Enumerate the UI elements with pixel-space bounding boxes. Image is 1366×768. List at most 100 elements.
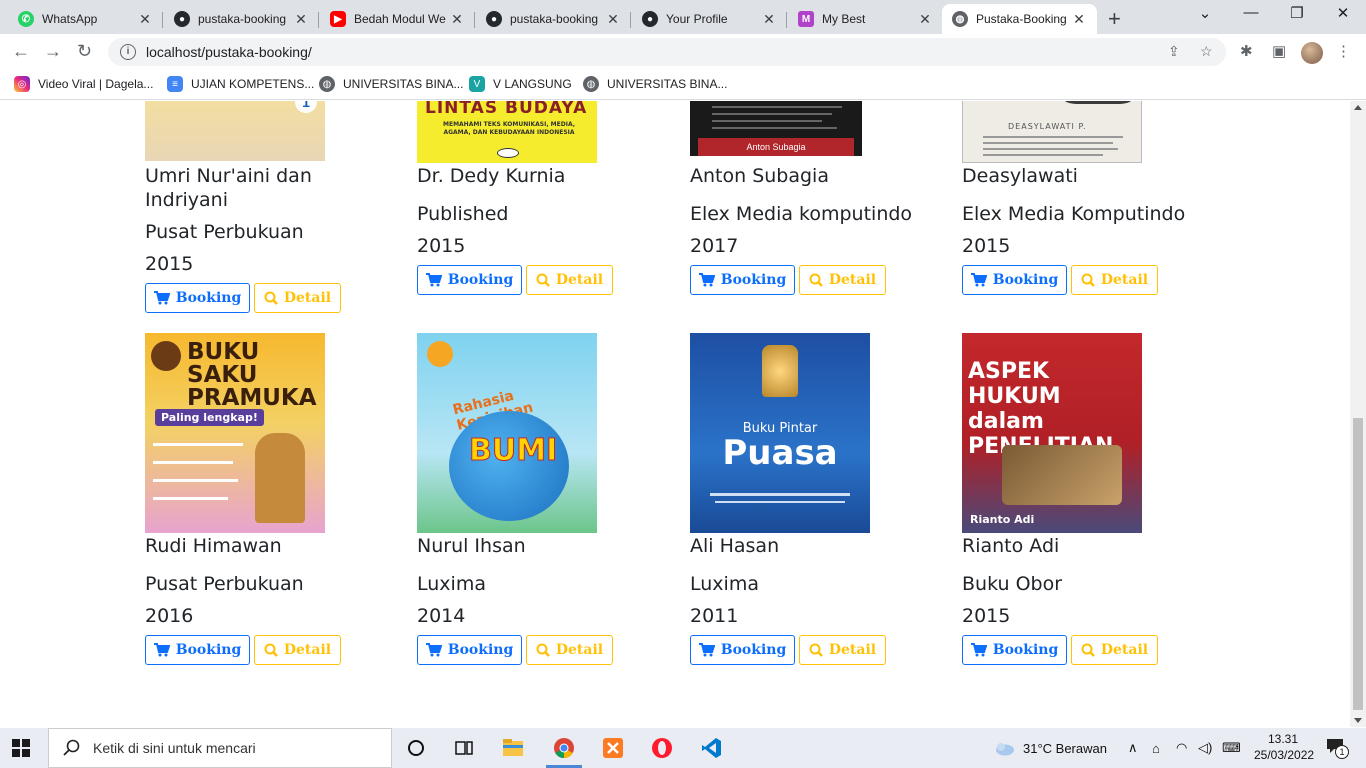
xampp-icon[interactable]: [601, 736, 625, 760]
booking-button[interactable]: Booking: [962, 265, 1067, 295]
close-icon[interactable]: ✕: [449, 11, 465, 28]
vscode-icon[interactable]: [699, 736, 723, 760]
tab-pustaka-booking-active[interactable]: ◍ Pustaka-Booking ✕: [942, 4, 1097, 34]
detail-button[interactable]: Detail: [526, 265, 613, 295]
task-view-icon[interactable]: [452, 736, 476, 760]
side-panel-icon[interactable]: ▣: [1272, 42, 1286, 60]
tab-youtube[interactable]: ▶ Bedah Modul We ✕: [320, 4, 475, 34]
clock[interactable]: 13.31 25/03/2022: [1254, 731, 1314, 763]
detail-button[interactable]: Detail: [526, 635, 613, 665]
tab-my-best[interactable]: M My Best ✕: [788, 4, 943, 34]
language-icon[interactable]: ⌨: [1222, 728, 1241, 768]
detail-button[interactable]: Detail: [799, 265, 886, 295]
cart-icon: [425, 273, 442, 287]
book-cover-image[interactable]: Rahasia Keajaiban BUMI: [417, 333, 597, 533]
file-explorer-icon[interactable]: [501, 736, 525, 760]
notification-center[interactable]: 1: [1326, 738, 1349, 759]
profile-avatar[interactable]: [1301, 42, 1323, 64]
taskbar-search[interactable]: Ketik di sini untuk mencari: [48, 728, 392, 768]
scroll-down-arrow[interactable]: [1354, 718, 1362, 723]
close-icon[interactable]: ✕: [293, 11, 309, 28]
detail-button[interactable]: Detail: [254, 283, 341, 313]
book-author: Ali Hasan: [690, 535, 780, 557]
cover-author: Rianto Adi: [970, 513, 1035, 526]
cover-title: Puasa: [722, 433, 838, 473]
bookmark-v-langsung[interactable]: V V LANGSUNG: [469, 76, 572, 92]
book-cover-image[interactable]: DEASYLAWATI P.: [962, 101, 1142, 163]
book-year: 2015: [962, 235, 1011, 257]
book-cover-image[interactable]: Anton Subagia: [690, 101, 862, 156]
booking-label: Booking: [447, 272, 514, 288]
close-icon[interactable]: ✕: [917, 11, 933, 28]
search-icon: [536, 273, 550, 287]
close-icon[interactable]: ✕: [1071, 11, 1087, 28]
detail-button[interactable]: Detail: [799, 635, 886, 665]
booking-button[interactable]: Booking: [145, 635, 250, 665]
tab-title: Pustaka-Booking: [976, 12, 1067, 26]
close-icon[interactable]: ✕: [137, 11, 153, 28]
tab-github-pustaka-booking[interactable]: ● pustaka-booking ✕: [164, 4, 319, 34]
book-year: 2015: [962, 605, 1011, 627]
close-window-button[interactable]: ✕: [1320, 4, 1366, 22]
cortana-icon[interactable]: [404, 736, 428, 760]
book-cover-image[interactable]: Buku Pintar Puasa: [690, 333, 870, 533]
tab-github-pustaka-booking-2[interactable]: ● pustaka-booking ✕: [476, 4, 631, 34]
bookmark-star-icon[interactable]: ☆: [1200, 43, 1213, 60]
page-scrollbar[interactable]: [1350, 101, 1366, 727]
close-icon[interactable]: ✕: [605, 11, 621, 28]
bookmark-universitas-bina-2[interactable]: ◍ UNIVERSITAS BINA...: [583, 76, 727, 92]
scroll-up-arrow[interactable]: [1354, 105, 1362, 110]
tab-your-profile[interactable]: ● Your Profile ✕: [632, 4, 787, 34]
book-cover-image[interactable]: 1: [145, 101, 325, 161]
book-cover-image[interactable]: LINTAS BUDAYA MEMAHAMI TEKS KOMUNIKASI, …: [417, 101, 597, 163]
wifi-icon[interactable]: ◠: [1176, 728, 1187, 768]
cart-icon: [970, 643, 987, 657]
url-text[interactable]: localhost/pustaka-booking/: [146, 44, 312, 60]
volume-icon[interactable]: ◁): [1198, 728, 1212, 768]
minimize-button[interactable]: —: [1228, 4, 1274, 21]
back-button[interactable]: ←: [12, 41, 30, 62]
address-bar[interactable]: i localhost/pustaka-booking/ ⇪ ☆: [108, 38, 1226, 66]
new-tab-button[interactable]: +: [1108, 6, 1121, 32]
close-icon[interactable]: ✕: [761, 11, 777, 28]
bookmark-label: UNIVERSITAS BINA...: [607, 77, 728, 91]
tab-whatsapp[interactable]: ✆ WhatsApp ✕: [8, 4, 163, 34]
forward-button[interactable]: →: [44, 41, 62, 62]
cover-title: BUKU SAKU PRAMUKA: [187, 339, 317, 411]
detail-button[interactable]: Detail: [1071, 265, 1158, 295]
booking-button[interactable]: Booking: [962, 635, 1067, 665]
network-device-icon[interactable]: ⌂: [1152, 728, 1160, 768]
cover-text-line: [712, 106, 842, 108]
booking-button[interactable]: Booking: [690, 265, 795, 295]
booking-label: Booking: [720, 272, 787, 288]
menu-icon[interactable]: ⋮: [1336, 42, 1351, 60]
windows-start-icon[interactable]: [12, 739, 30, 757]
booking-button[interactable]: Booking: [690, 635, 795, 665]
scrollbar-thumb[interactable]: [1353, 418, 1363, 710]
book-year: 2017: [690, 235, 739, 257]
cover-text-line: [712, 127, 837, 129]
book-cover-image[interactable]: BUKU SAKU PRAMUKA Paling lengkap!: [145, 333, 325, 533]
opera-icon[interactable]: [650, 736, 674, 760]
booking-button[interactable]: Booking: [417, 265, 522, 295]
detail-button[interactable]: Detail: [254, 635, 341, 665]
reload-button[interactable]: ↻: [77, 41, 92, 62]
search-icon: [809, 643, 823, 657]
share-icon[interactable]: ⇪: [1168, 43, 1180, 60]
cover-text-line: [153, 497, 228, 500]
chevron-up-icon[interactable]: ∧: [1128, 728, 1138, 768]
chrome-icon[interactable]: [552, 736, 576, 760]
info-icon[interactable]: i: [120, 44, 136, 60]
bookmark-ujian-kompetensi[interactable]: ≡ UJIAN KOMPETENS...: [167, 76, 314, 92]
booking-button[interactable]: Booking: [417, 635, 522, 665]
booking-button[interactable]: Booking: [145, 283, 250, 313]
weather-widget[interactable]: 31°C Berawan: [993, 728, 1107, 768]
github-icon: ●: [642, 11, 658, 27]
tab-search-icon[interactable]: ⌄: [1182, 4, 1228, 22]
bookmark-universitas-bina-1[interactable]: ◍ UNIVERSITAS BINA...: [319, 76, 463, 92]
book-cover-image[interactable]: ASPEK HUKUM dalam PENELITIAN Rianto Adi: [962, 333, 1142, 533]
restore-button[interactable]: ❐: [1274, 4, 1320, 22]
extensions-icon[interactable]: ✱: [1240, 42, 1253, 60]
detail-button[interactable]: Detail: [1071, 635, 1158, 665]
bookmark-video-viral[interactable]: ◎ Video Viral | Dagela...: [14, 76, 153, 92]
